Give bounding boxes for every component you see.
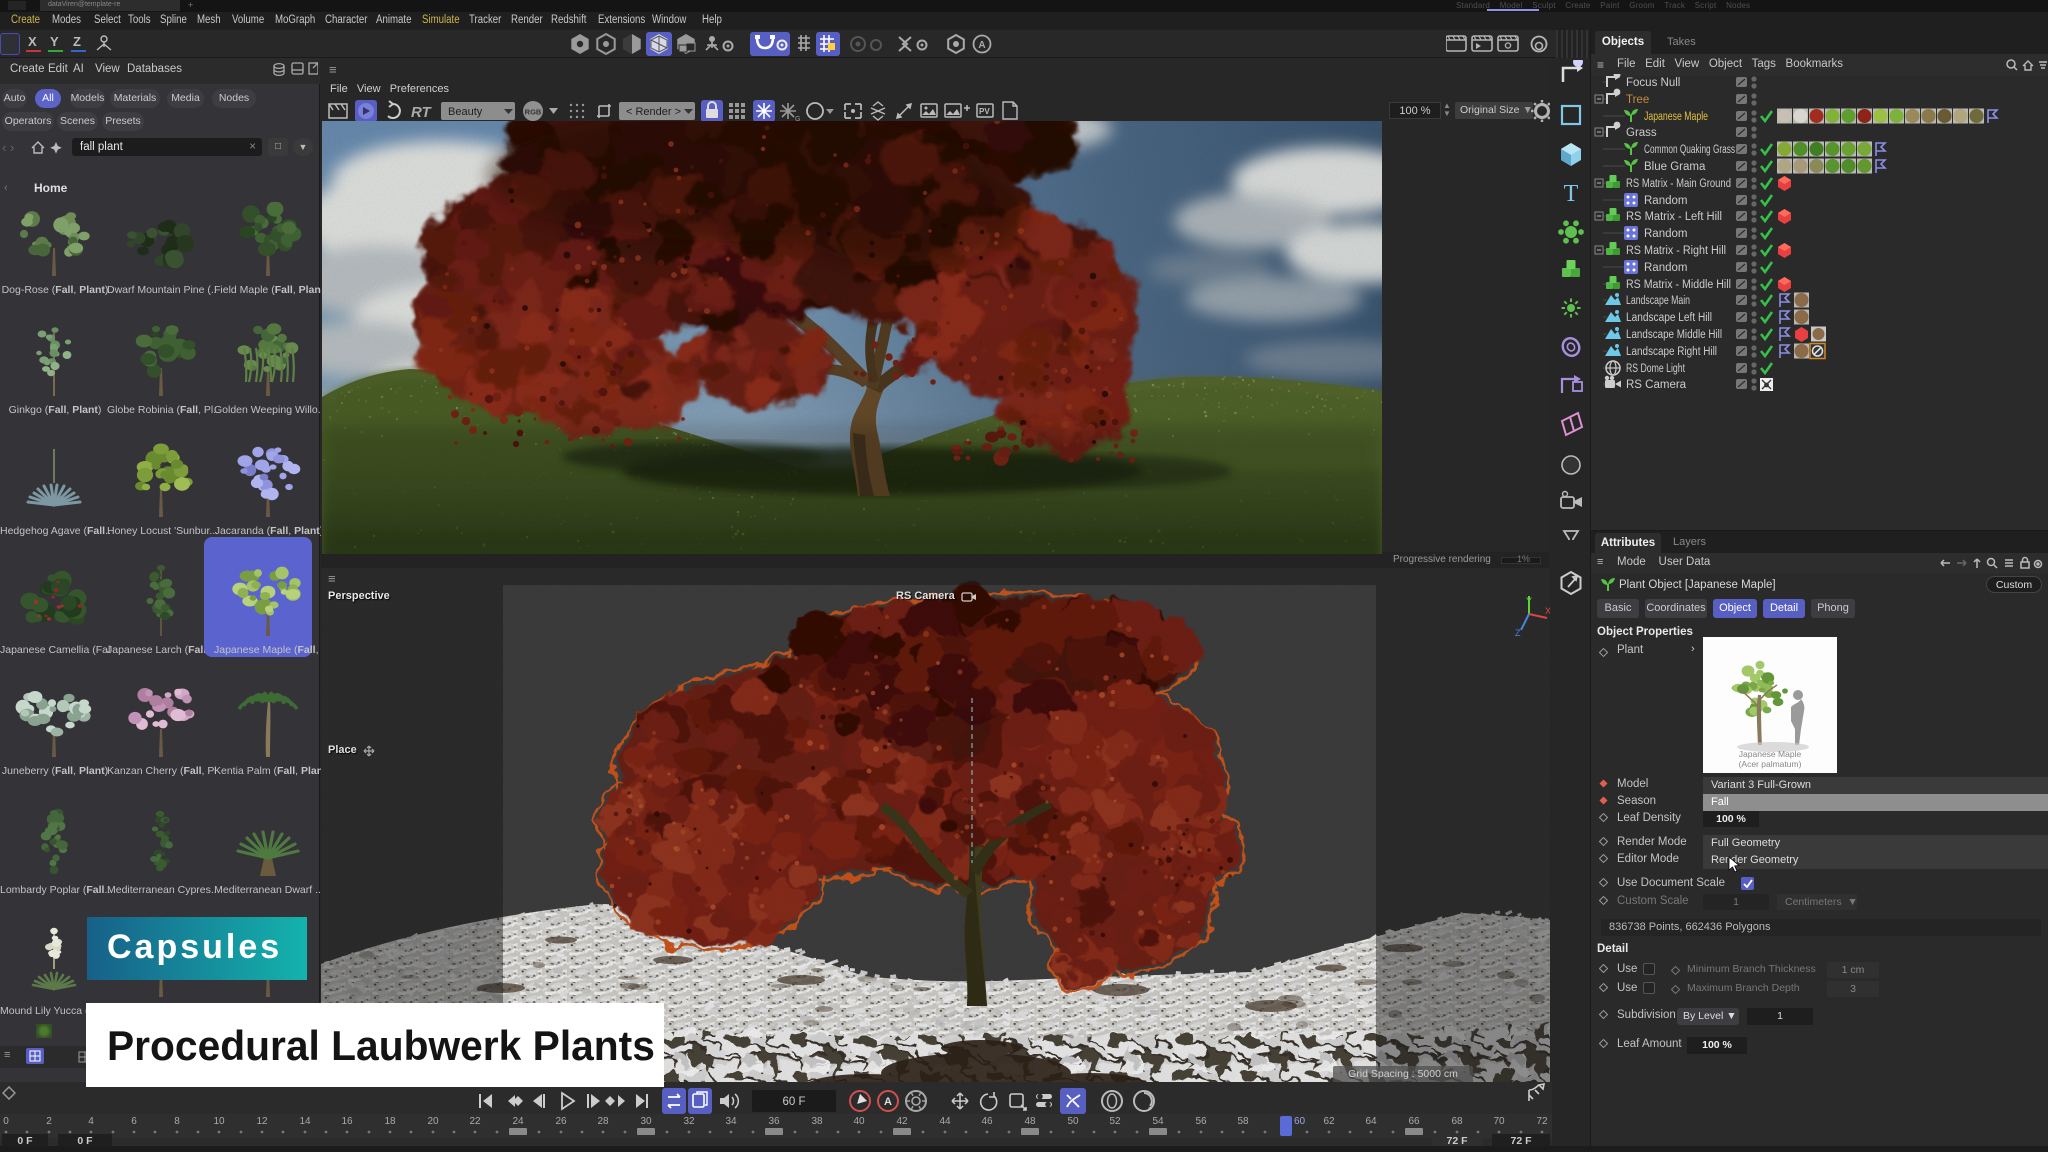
- svg-text:RGB: RGB: [525, 108, 542, 117]
- svg-text:12: 12: [256, 1116, 268, 1127]
- svg-text:Landscape Right Hill: Landscape Right Hill: [1626, 346, 1717, 358]
- svg-text:34: 34: [725, 1116, 737, 1127]
- svg-text:Landscape Middle Hill: Landscape Middle Hill: [1626, 329, 1722, 341]
- svg-text:50: 50: [1067, 1116, 1079, 1127]
- svg-text:36: 36: [768, 1116, 780, 1127]
- svg-text:46: 46: [981, 1116, 993, 1127]
- svg-text:22: 22: [469, 1116, 481, 1127]
- svg-text:Landscape Main: Landscape Main: [1626, 295, 1690, 307]
- svg-text:26: 26: [555, 1116, 567, 1127]
- svg-text:58: 58: [1237, 1116, 1249, 1127]
- svg-text:RT: RT: [411, 104, 433, 121]
- svg-text:RS Matrix - Left Hill: RS Matrix - Left Hill: [1626, 211, 1722, 223]
- svg-text:Blue Grama: Blue Grama: [1644, 161, 1706, 173]
- svg-text:56: 56: [1195, 1116, 1207, 1127]
- svg-text:PV: PV: [979, 107, 990, 116]
- svg-text:A: A: [884, 1096, 892, 1108]
- svg-text:16: 16: [341, 1116, 353, 1127]
- svg-text:4: 4: [88, 1116, 94, 1127]
- svg-text:64: 64: [1365, 1116, 1377, 1127]
- svg-text:54: 54: [1152, 1116, 1164, 1127]
- svg-text:40: 40: [853, 1116, 865, 1127]
- svg-text:Z: Z: [1515, 628, 1521, 636]
- svg-text:Common Quaking Grass: Common Quaking Grass: [1644, 144, 1735, 156]
- svg-text:8: 8: [174, 1116, 180, 1127]
- svg-text:RS Matrix - Main Ground: RS Matrix - Main Ground: [1626, 178, 1731, 190]
- svg-text:(Acer palmatum): (Acer palmatum): [1739, 759, 1802, 769]
- svg-text:30: 30: [640, 1116, 652, 1127]
- svg-text:32: 32: [683, 1116, 695, 1127]
- svg-text:RS Camera: RS Camera: [1626, 379, 1687, 391]
- svg-text:Beauty: Beauty: [448, 106, 483, 118]
- svg-text:RS Matrix - Right Hill: RS Matrix - Right Hill: [1626, 245, 1726, 257]
- svg-text:24: 24: [512, 1116, 524, 1127]
- svg-text:Japanese Maple: Japanese Maple: [1739, 749, 1802, 759]
- svg-text:38: 38: [811, 1116, 823, 1127]
- svg-text:RS Dome Light: RS Dome Light: [1626, 363, 1686, 375]
- svg-text:20: 20: [427, 1116, 439, 1127]
- svg-text:10: 10: [213, 1116, 225, 1127]
- svg-text:6: 6: [131, 1116, 137, 1127]
- svg-text:60: 60: [1294, 1116, 1306, 1127]
- svg-text:Landscape Left Hill: Landscape Left Hill: [1626, 312, 1712, 324]
- svg-text:Focus Null: Focus Null: [1626, 77, 1680, 89]
- svg-text:44: 44: [939, 1116, 951, 1127]
- svg-text:60 F: 60 F: [782, 1096, 805, 1108]
- svg-text:< Render >: < Render >: [626, 106, 681, 118]
- svg-text:70: 70: [1493, 1116, 1505, 1127]
- svg-text:Y: Y: [1526, 596, 1532, 606]
- svg-text:0: 0: [3, 1116, 9, 1127]
- svg-text:42: 42: [896, 1116, 908, 1127]
- svg-text:52: 52: [1109, 1116, 1121, 1127]
- svg-text:T: T: [1564, 181, 1579, 207]
- svg-text:68: 68: [1451, 1116, 1463, 1127]
- svg-text:2: 2: [46, 1116, 52, 1127]
- svg-text:Japanese Maple: Japanese Maple: [1644, 111, 1708, 123]
- svg-text:14: 14: [299, 1116, 311, 1127]
- svg-text:72: 72: [1536, 1116, 1548, 1127]
- svg-text:28: 28: [597, 1116, 609, 1127]
- svg-text:62: 62: [1323, 1116, 1335, 1127]
- svg-text:66: 66: [1408, 1116, 1420, 1127]
- svg-text:A: A: [978, 40, 985, 51]
- svg-text:RS Matrix - Middle Hill: RS Matrix - Middle Hill: [1626, 279, 1731, 291]
- svg-text:48: 48: [1024, 1116, 1036, 1127]
- svg-text:18: 18: [384, 1116, 396, 1127]
- svg-text:Random: Random: [1644, 195, 1687, 207]
- svg-text:Random: Random: [1644, 262, 1687, 274]
- svg-text:Grass: Grass: [1626, 127, 1657, 139]
- svg-text:Random: Random: [1644, 228, 1687, 240]
- svg-text:Tree: Tree: [1626, 94, 1649, 106]
